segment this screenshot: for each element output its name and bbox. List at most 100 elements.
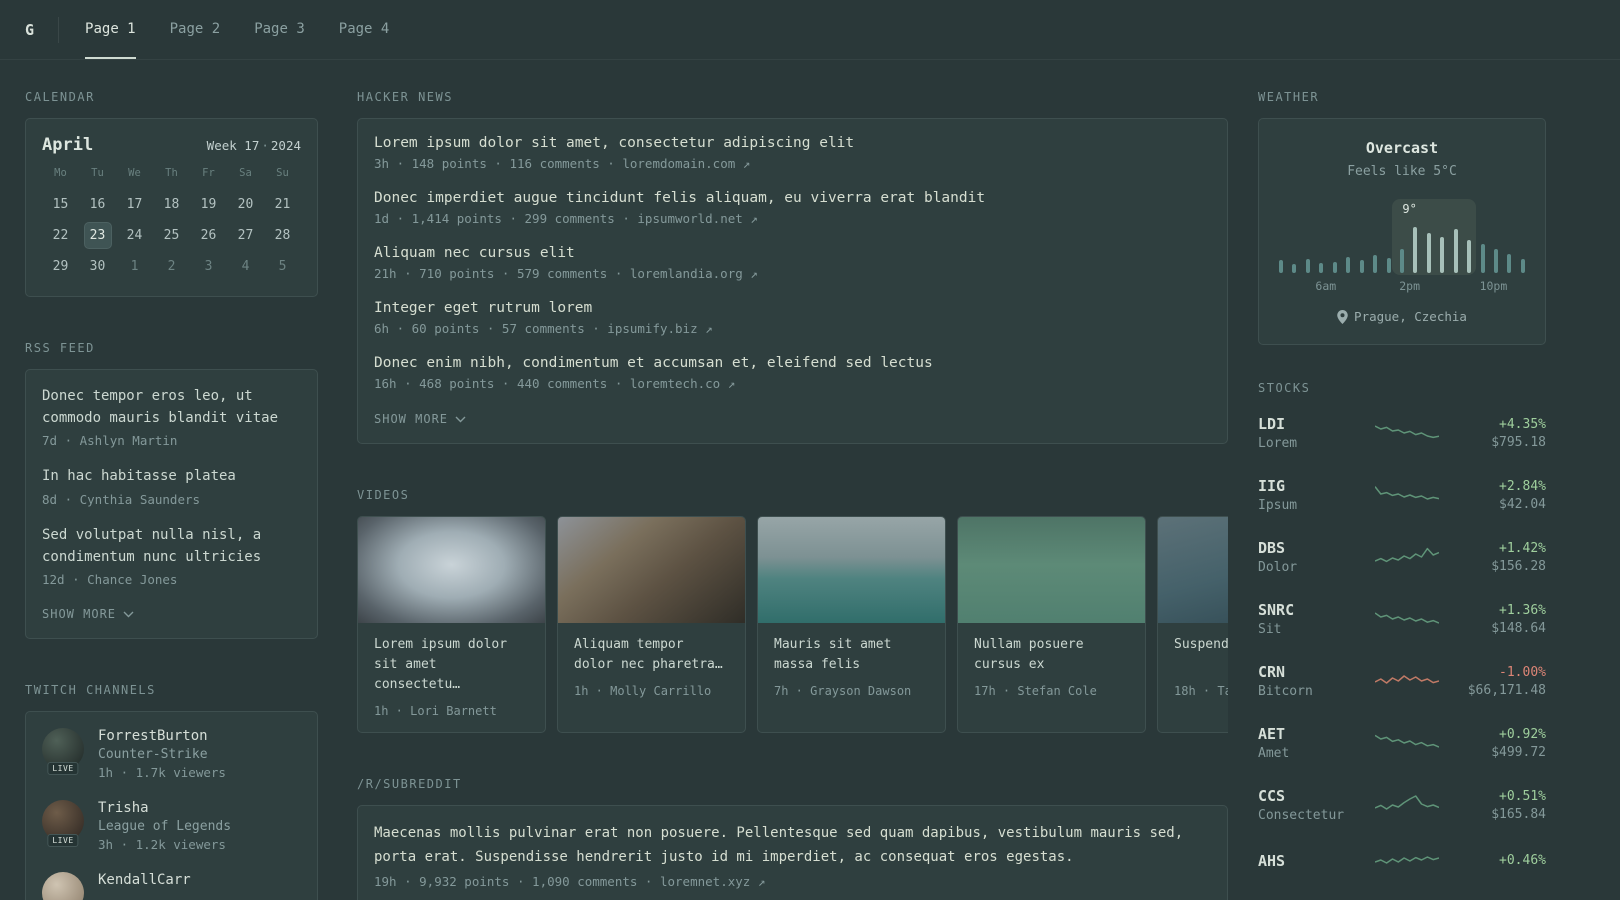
rss-list: Donec tempor eros leo, ut commodo mauris…: [42, 386, 301, 587]
calendar-month: April: [42, 135, 94, 155]
video-meta: 1h · Lori Barnett: [374, 704, 497, 719]
video-card[interactable]: Lorem ipsum dolor sit amet consectetu… 1h…: [357, 516, 546, 734]
section-title-twitch: TWITCH CHANNELS: [25, 683, 156, 698]
stock-values: +0.51% $165.84: [1458, 789, 1546, 822]
stock-info: DBS Dolor: [1258, 539, 1356, 575]
subreddit-post[interactable]: Maecenas mollis pulvinar erat non posuer…: [374, 822, 1211, 888]
stock-info: AET Amet: [1258, 725, 1356, 761]
hn-item-title[interactable]: Aliquam nec cursus elit: [374, 245, 1211, 261]
avatar: LIVE: [42, 728, 84, 776]
video-card[interactable]: Suspendisse diam 18h · Tara: [1157, 516, 1228, 734]
sparkline-chart: [1375, 547, 1439, 563]
calendar-day: 16: [89, 197, 106, 212]
stock-values: +1.36% $148.64: [1458, 603, 1546, 636]
video-thumbnail: [958, 517, 1145, 623]
external-link-icon: ↗: [735, 156, 751, 171]
weather-bar: [1399, 249, 1404, 273]
rss-show-more-button[interactable]: SHOW MORE: [42, 607, 134, 621]
weather-bar: [1332, 262, 1337, 273]
external-link-icon: ↗: [697, 321, 713, 336]
video-card[interactable]: Nullam posuere cursus ex 17h · Stefan Col…: [957, 516, 1146, 734]
stock-info: CRN Bitcorn: [1258, 663, 1356, 699]
subreddit-post-meta: 19h · 9,932 points · 1,090 comments · lo…: [374, 874, 1211, 889]
subreddit-post-title[interactable]: Maecenas mollis pulvinar erat non posuer…: [374, 822, 1211, 868]
twitch-channel-info: KendallCarr: [98, 872, 191, 900]
stock-price: $42.04: [1499, 496, 1546, 512]
hn-item-meta-text: 16h · 468 points · 440 comments ·: [374, 376, 630, 391]
stock-values: -1.00% $66,171.48: [1458, 665, 1546, 698]
stock-symbol[interactable]: DBS: [1258, 539, 1356, 557]
stock-symbol[interactable]: IIG: [1258, 477, 1356, 495]
twitch-channel-name[interactable]: ForrestBurton: [98, 728, 226, 744]
tab-page-2[interactable]: Page 2: [170, 0, 221, 59]
twitch-channel-name[interactable]: Trisha: [98, 800, 231, 816]
tab-page-1[interactable]: Page 1: [85, 0, 136, 59]
twitch-channel[interactable]: LIVE ForrestBurton Counter-Strike 1h · 1.7k…: [42, 728, 301, 780]
calendar-separator: ·: [261, 138, 269, 153]
videos-row: Lorem ipsum dolor sit amet consectetu… 1h…: [357, 516, 1228, 734]
hn-item-domain[interactable]: ipsumify.biz: [607, 321, 697, 336]
video-title[interactable]: Suspendisse diam: [1174, 635, 1228, 675]
stock-change: +1.36%: [1499, 602, 1546, 618]
stock-symbol[interactable]: SNRC: [1258, 601, 1356, 619]
stock-row[interactable]: LDI Lorem +4.35% $795.18: [1258, 415, 1546, 451]
hn-item-title[interactable]: Lorem ipsum dolor sit amet, consectetur …: [374, 135, 1211, 151]
hn-item-meta: 1d · 1,414 points · 299 comments · ipsum…: [374, 211, 1211, 226]
stock-row[interactable]: AHS +0.46%: [1258, 849, 1546, 875]
stock-symbol[interactable]: AHS: [1258, 852, 1356, 870]
hn-item-domain[interactable]: ipsumworld.net: [637, 211, 742, 226]
subreddit-widget: /R/SUBREDDIT Maecenas mollis pulvinar er…: [357, 777, 1228, 900]
video-meta: 17h · Stefan Cole: [974, 684, 1097, 699]
rss-item-title[interactable]: Sed volutpat nulla nisl, a condimentum n…: [42, 525, 301, 568]
stock-symbol[interactable]: AET: [1258, 725, 1356, 743]
video-card[interactable]: Mauris sit amet massa felis 7h · Grayson …: [757, 516, 946, 734]
stock-row[interactable]: SNRC Sit +1.36% $148.64: [1258, 601, 1546, 637]
hn-item-title[interactable]: Donec imperdiet augue tincidunt felis al…: [374, 190, 1211, 206]
twitch-channel[interactable]: LIVE Trisha League of Legends 3h · 1.2k vie…: [42, 800, 301, 852]
hn-item-title[interactable]: Donec enim nibh, condimentum et accumsan…: [374, 355, 1211, 371]
rss-item-title[interactable]: In hac habitasse platea: [42, 466, 301, 488]
hn-item-domain[interactable]: loremlandia.org: [630, 266, 743, 281]
stock-row[interactable]: AET Amet +0.92% $499.72: [1258, 725, 1546, 761]
video-title[interactable]: Aliquam tempor dolor nec pharetra…: [574, 635, 729, 675]
video-card[interactable]: Aliquam tempor dolor nec pharetra… 1h · M…: [557, 516, 746, 734]
weather-bar: [1386, 258, 1391, 273]
stock-row[interactable]: IIG Ipsum +2.84% $42.04: [1258, 477, 1546, 513]
hn-item-meta-text: 6h · 60 points · 57 comments ·: [374, 321, 608, 336]
stock-symbol[interactable]: CCS: [1258, 787, 1356, 805]
twitch-channel[interactable]: LIVE KendallCarr: [42, 872, 301, 900]
rss-item-title[interactable]: Donec tempor eros leo, ut commodo mauris…: [42, 386, 301, 429]
hn-item-domain[interactable]: loremtech.co: [630, 376, 720, 391]
video-card-body: Lorem ipsum dolor sit amet consectetu… 1h…: [358, 623, 545, 732]
tab-page-4[interactable]: Page 4: [339, 0, 390, 59]
stock-name: Ipsum: [1258, 498, 1298, 513]
middle-column: HACKER NEWS Lorem ipsum dolor sit amet, …: [357, 90, 1228, 900]
stock-price: $165.84: [1491, 806, 1546, 822]
tab-page-3[interactable]: Page 3: [254, 0, 305, 59]
weather-bar: [1520, 259, 1525, 273]
weather-time-label: 10pm: [1479, 279, 1508, 293]
hn-show-more-button[interactable]: SHOW MORE: [374, 412, 466, 426]
video-title[interactable]: Lorem ipsum dolor sit amet consectetu…: [374, 635, 529, 695]
stock-name: Dolor: [1258, 560, 1298, 575]
calendar-day: 3: [204, 259, 213, 274]
stock-change: -1.00%: [1499, 664, 1546, 680]
video-title[interactable]: Nullam posuere cursus ex: [974, 635, 1129, 675]
hn-item-title[interactable]: Integer eget rutrum lorem: [374, 300, 1211, 316]
video-title[interactable]: Mauris sit amet massa felis: [774, 635, 929, 675]
stock-symbol[interactable]: CRN: [1258, 663, 1356, 681]
weather-bar: [1480, 244, 1485, 273]
hn-item-domain[interactable]: loremdomain.com: [622, 156, 735, 171]
stock-row[interactable]: CRN Bitcorn -1.00% $66,171.48: [1258, 663, 1546, 699]
stock-change: +0.46%: [1499, 853, 1546, 868]
twitch-channel-name[interactable]: KendallCarr: [98, 872, 191, 888]
twitch-channel-meta: 3h · 1.2k viewers: [98, 837, 226, 853]
stock-row[interactable]: CCS Consectetur +0.51% $165.84: [1258, 787, 1546, 823]
calendar-header: April Week 17 · 2024: [42, 135, 301, 155]
rss-item: Sed volutpat nulla nisl, a condimentum n…: [42, 525, 301, 587]
calendar-day: 25: [163, 228, 180, 243]
stock-values: +1.42% $156.28: [1458, 541, 1546, 574]
stock-symbol[interactable]: LDI: [1258, 415, 1356, 433]
subreddit-post-domain[interactable]: loremnet.xyz: [660, 874, 750, 889]
stock-row[interactable]: DBS Dolor +1.42% $156.28: [1258, 539, 1546, 575]
